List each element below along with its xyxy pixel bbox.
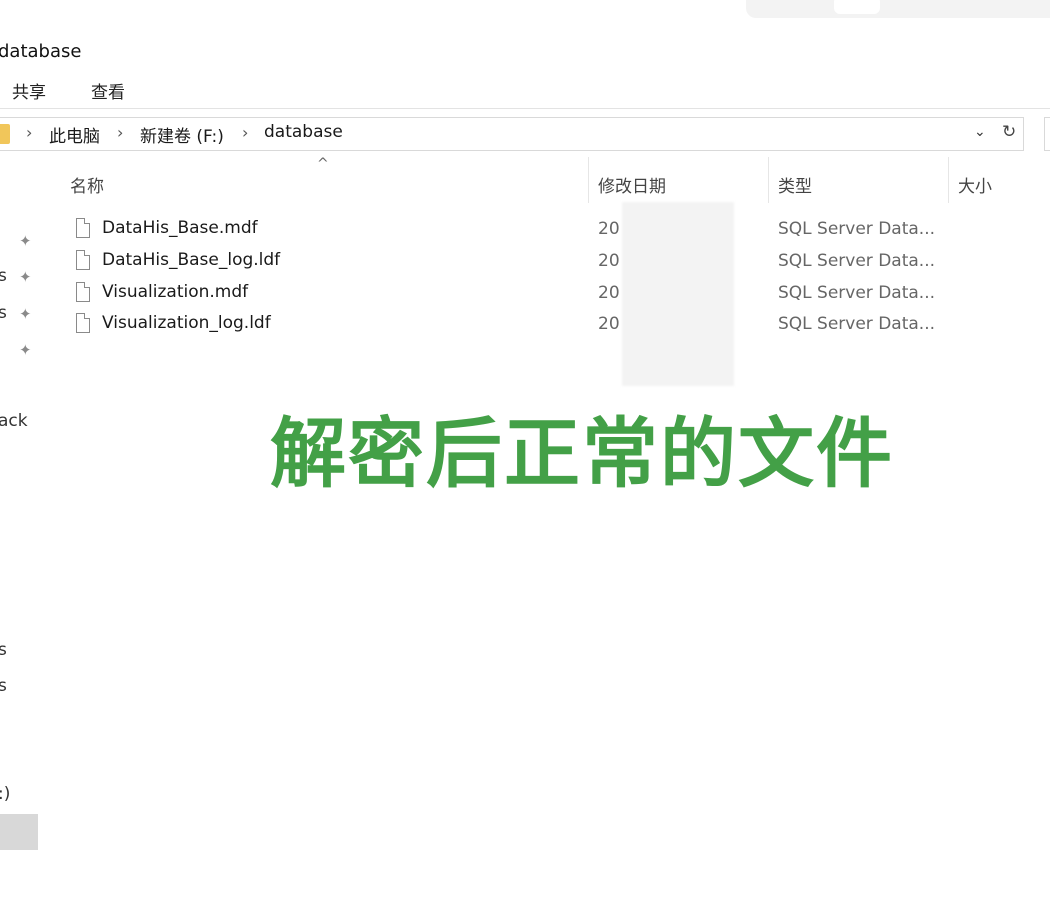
file-name: DataHis_Base_log.ldf <box>102 250 281 270</box>
file-row[interactable]: DataHis_Base_log.ldf 20 SQL Server Data.… <box>60 246 960 277</box>
file-date: 20 <box>598 219 620 239</box>
file-name: Visualization.mdf <box>102 282 249 302</box>
nav-item[interactable]: s <box>0 303 7 323</box>
file-type: SQL Server Data... <box>778 314 936 334</box>
pin-icon[interactable]: ✦ <box>19 232 32 250</box>
redaction-block <box>622 202 734 386</box>
pin-icon[interactable]: ✦ <box>19 268 32 286</box>
nav-item[interactable]: :) <box>0 784 10 804</box>
breadcrumb-this-pc[interactable]: 此电脑 <box>49 122 100 147</box>
search-box[interactable] <box>746 0 1050 18</box>
nav-item-selected[interactable] <box>0 814 38 850</box>
column-divider[interactable] <box>768 157 769 203</box>
file-row[interactable]: Visualization.mdf 20 SQL Server Data... <box>60 278 960 309</box>
column-divider[interactable] <box>948 157 949 203</box>
tab-view[interactable]: 查看 <box>91 78 125 103</box>
file-icon <box>76 218 90 238</box>
nav-item[interactable]: s <box>0 676 7 696</box>
file-date: 20 <box>598 314 620 334</box>
chevron-right-icon[interactable]: › <box>26 123 32 142</box>
chevron-right-icon[interactable]: › <box>242 123 248 142</box>
column-header-size[interactable]: 大小 <box>958 172 992 197</box>
file-date: 20 <box>598 283 620 303</box>
file-row[interactable]: Visualization_log.ldf 20 SQL Server Data… <box>60 309 960 340</box>
folder-icon <box>0 124 10 144</box>
chevron-down-icon[interactable]: ⌄ <box>974 124 986 140</box>
sort-up-icon: ^ <box>317 156 329 172</box>
search-field-edge[interactable] <box>1044 117 1050 151</box>
file-icon <box>76 282 90 302</box>
nav-item[interactable]: ack <box>0 411 28 431</box>
ribbon-divider <box>0 108 1050 109</box>
file-icon <box>76 313 90 333</box>
pin-icon[interactable]: ✦ <box>19 341 32 359</box>
nav-item[interactable]: s <box>0 640 7 660</box>
file-type: SQL Server Data... <box>778 219 936 239</box>
file-date: 20 <box>598 251 620 271</box>
breadcrumb-database[interactable]: database <box>264 122 343 142</box>
file-icon <box>76 250 90 270</box>
column-divider[interactable] <box>588 157 589 203</box>
column-header-date-modified[interactable]: 修改日期 <box>598 172 666 197</box>
breadcrumb-volume-f[interactable]: 新建卷 (F:) <box>140 122 224 147</box>
pin-icon[interactable]: ✦ <box>19 305 32 323</box>
column-header-type[interactable]: 类型 <box>778 172 812 197</box>
file-name: DataHis_Base.mdf <box>102 218 258 238</box>
chevron-right-icon[interactable]: › <box>117 123 123 142</box>
file-row[interactable]: DataHis_Base.mdf 20 SQL Server Data... <box>60 214 960 245</box>
file-type: SQL Server Data... <box>778 283 936 303</box>
window-title: database <box>0 41 82 62</box>
column-header-name[interactable]: 名称 <box>70 172 104 197</box>
refresh-icon[interactable]: ↻ <box>1002 122 1016 142</box>
file-type: SQL Server Data... <box>778 251 936 271</box>
tab-share[interactable]: 共享 <box>12 78 46 103</box>
search-input[interactable] <box>834 0 880 14</box>
file-name: Visualization_log.ldf <box>102 313 271 333</box>
nav-item[interactable]: s <box>0 266 7 286</box>
overlay-caption: 解密后正常的文件 <box>270 409 894 498</box>
